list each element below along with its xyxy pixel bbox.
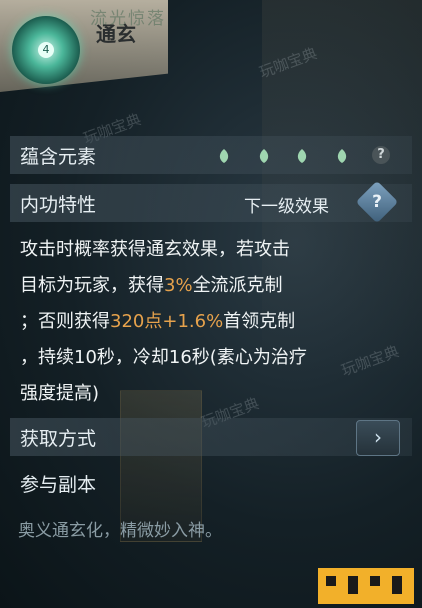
site-logo-icon <box>318 568 414 604</box>
acquire-arrow-button[interactable]: › <box>356 420 400 456</box>
elements-label: 蕴含元素 <box>20 146 97 168</box>
leaf-icon <box>256 148 272 164</box>
desc-line: ，持续10秒，冷却16秒(素心为治疗 <box>20 347 307 368</box>
skill-tooltip-panel: 流光惊落 通玄 4 玩咖宝典 玩咖宝典 玩咖宝典 玩咖宝典 蕴含元素 ? 内功特… <box>0 0 422 608</box>
leaf-icon <box>334 148 350 164</box>
acquire-label: 获取方式 <box>20 428 97 450</box>
leaf-icon <box>294 148 310 164</box>
desc-line: ；否则获得320点+1.6%首领克制 <box>20 311 296 332</box>
desc-line: 攻击时概率获得通玄效果，若攻击 <box>20 239 290 260</box>
effect-description: 攻击时概率获得通玄效果，若攻击 目标为玩家，获得3%全流派克制 ；否则获得320… <box>20 232 400 412</box>
skill-title: 通玄 <box>96 22 136 46</box>
leaf-icon <box>216 148 232 164</box>
next-level-effect-link[interactable]: 下一级效果 <box>244 192 329 217</box>
next-level-help-icon[interactable]: ? <box>355 180 399 224</box>
flavor-text: 奥义通玄化，精微妙入神。 <box>18 521 222 541</box>
desc-line: 强度提高) <box>20 383 100 404</box>
desc-line: 目标为玩家，获得3%全流派克制 <box>20 275 283 296</box>
elements-help-icon[interactable]: ? <box>372 146 390 164</box>
skill-badge: 4 <box>38 42 54 58</box>
neigong-label: 内功特性 <box>20 194 97 216</box>
skill-orb-icon: 4 <box>12 16 80 84</box>
acquire-method: 参与副本 <box>20 474 97 496</box>
